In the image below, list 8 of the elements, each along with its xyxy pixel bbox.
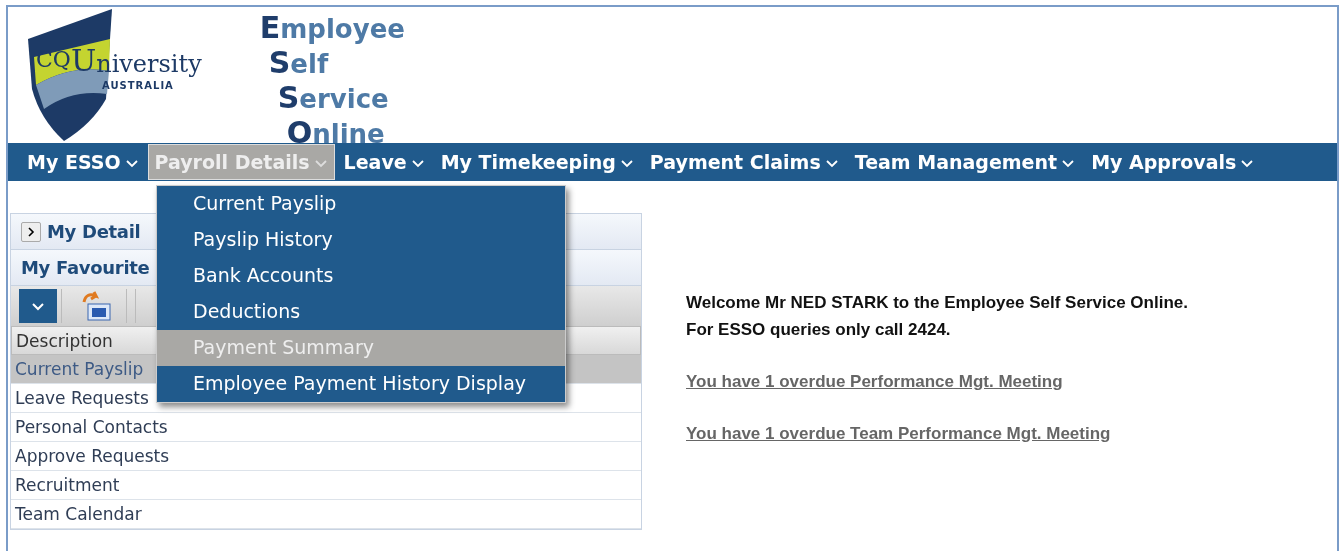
app-title-line: Service	[277, 81, 390, 116]
welcome-text: Welcome Mr NED STARK to the Employee Self Service Online.	[686, 292, 1188, 314]
logo-name-initial: U	[70, 46, 97, 76]
welcome-text: For ESSO queries only call 2424.	[686, 319, 952, 341]
panel-title: My Favourite	[21, 256, 150, 280]
app-title-line: Employee	[259, 11, 405, 46]
app-title-line: Self	[268, 46, 330, 81]
panel-title: My Detail	[47, 220, 141, 244]
